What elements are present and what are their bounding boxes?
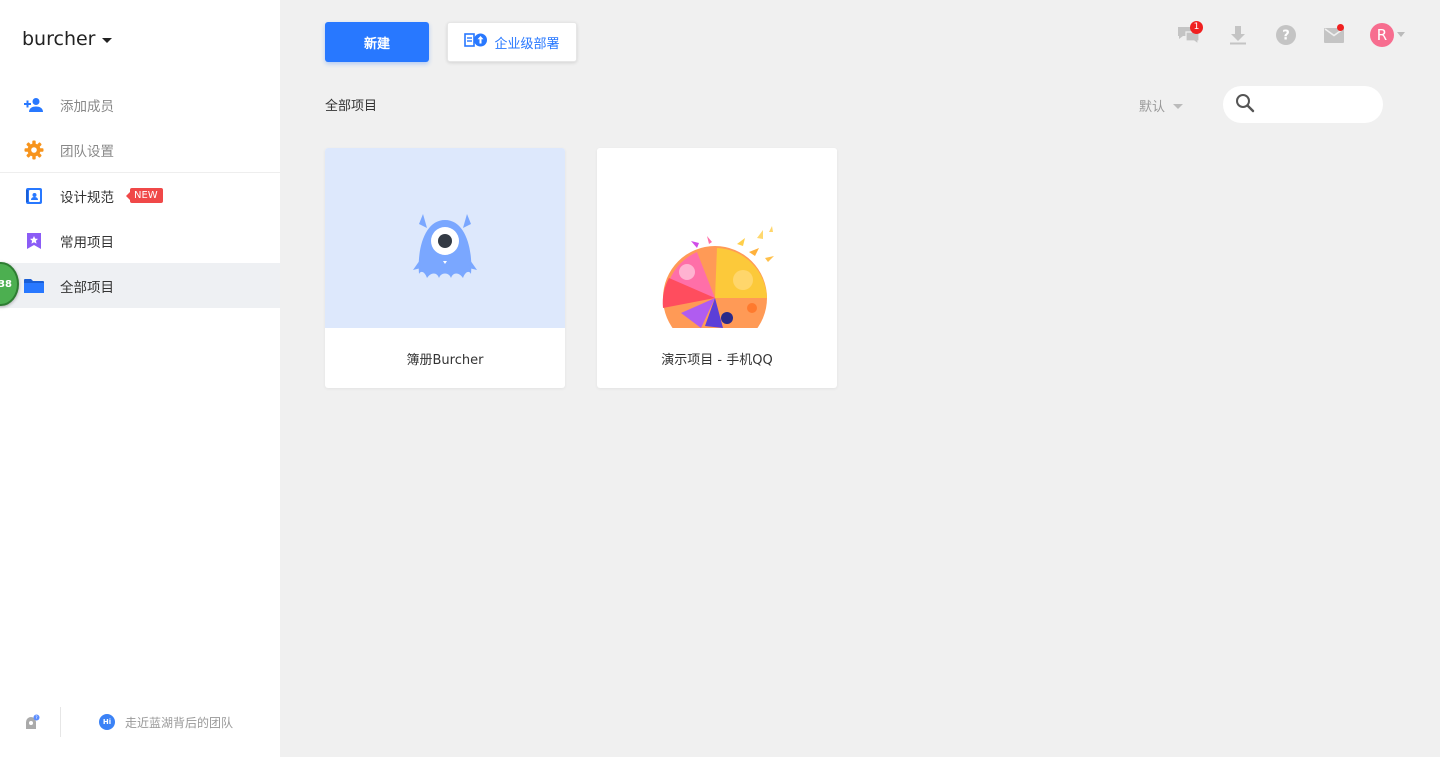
caret-down-icon xyxy=(101,37,112,43)
caret-down-icon xyxy=(1173,104,1184,109)
team-switcher[interactable]: burcher xyxy=(22,28,112,50)
sidebar-item-team-settings[interactable]: 团队设置 xyxy=(0,127,280,172)
mail-icon[interactable] xyxy=(1321,22,1347,48)
project-name: 簿册Burcher xyxy=(406,352,484,368)
notification-bot-icon[interactable]: ? xyxy=(24,714,40,730)
sidebar-item-label: 全部项目 xyxy=(60,279,114,296)
monster-mascot-icon xyxy=(413,214,477,278)
team-name: burcher xyxy=(22,28,96,50)
sidebar-item-design-spec[interactable]: 设计规范 NEW xyxy=(0,173,280,218)
enterprise-deploy-label: 企业级部署 xyxy=(494,36,560,52)
project-card[interactable]: 簿册Burcher xyxy=(325,148,565,388)
enterprise-deploy-button[interactable]: 企业级部署 xyxy=(447,22,577,62)
avatar[interactable]: R xyxy=(1370,23,1394,47)
project-name: 演示项目 - 手机QQ xyxy=(661,352,773,368)
sidebar-item-add-member[interactable]: 添加成员 xyxy=(0,82,280,127)
about-team-link[interactable]: Hi 走近蓝湖背后的团队 xyxy=(99,714,233,731)
sort-dropdown[interactable]: 默认 xyxy=(1139,96,1184,115)
new-badge: NEW xyxy=(126,188,163,203)
avatar-caret-icon[interactable] xyxy=(1397,32,1405,37)
enterprise-deploy-icon xyxy=(464,32,488,52)
sidebar-item-label: 添加成员 xyxy=(60,98,114,115)
download-icon[interactable] xyxy=(1225,22,1251,48)
page-title: 全部项目 xyxy=(325,99,378,114)
design-spec-icon xyxy=(24,186,44,206)
message-count-badge: 1 xyxy=(1190,21,1203,34)
help-icon[interactable]: ? xyxy=(1273,22,1299,48)
sidebar: burcher 添加成员 团队设置 设计规范 NEW 常用项目 全部项目 ? H… xyxy=(0,0,280,757)
sidebar-item-label: 常用项目 xyxy=(60,234,114,251)
hi-chat-icon: Hi xyxy=(99,714,115,730)
mail-unread-dot xyxy=(1337,24,1344,31)
search-icon xyxy=(1235,93,1255,117)
svg-text:?: ? xyxy=(1282,29,1290,44)
chat-bubbles-icon[interactable]: 1 xyxy=(1176,21,1203,48)
about-team-label: 走近蓝湖背后的团队 xyxy=(125,715,234,730)
footer-divider xyxy=(60,707,61,737)
project-card[interactable]: 演示项目 - 手机QQ xyxy=(597,148,837,388)
sidebar-item-favorites[interactable]: 常用项目 xyxy=(0,218,280,263)
add-user-icon xyxy=(24,95,44,115)
sort-label: 默认 xyxy=(1139,100,1166,115)
sidebar-item-label: 设计规范 xyxy=(60,189,114,206)
search-input[interactable] xyxy=(1263,97,1373,112)
sidebar-footer: ? Hi 走近蓝湖背后的团队 xyxy=(0,706,280,738)
colorful-splash-illustration xyxy=(662,226,774,328)
sidebar-item-label: 团队设置 xyxy=(60,143,114,160)
star-bookmark-icon xyxy=(24,231,44,251)
folder-icon xyxy=(24,276,44,296)
search-box[interactable] xyxy=(1223,86,1383,123)
new-project-button[interactable]: 新建 xyxy=(325,22,429,62)
project-thumbnail xyxy=(325,148,565,328)
sidebar-item-all-projects[interactable]: 全部项目 xyxy=(0,263,280,308)
sidebar-nav: 添加成员 团队设置 设计规范 NEW 常用项目 全部项目 xyxy=(0,82,280,308)
gear-icon xyxy=(24,140,44,160)
project-thumbnail xyxy=(597,148,837,328)
